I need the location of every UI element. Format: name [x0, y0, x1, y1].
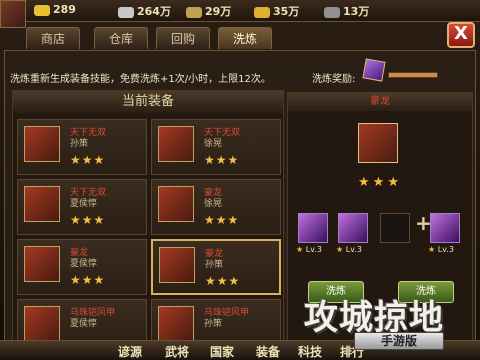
star-rating: ★★★: [70, 273, 106, 287]
gem-level-text: Lv.3: [305, 245, 322, 254]
equipment-owner: 徐晃: [204, 199, 223, 209]
equipment-owner: 徐晃: [204, 139, 223, 149]
skill-gem-icon[interactable]: [338, 213, 368, 243]
wood-icon: [254, 6, 270, 18]
tab-warehouse[interactable]: 仓库: [94, 27, 148, 49]
tab-refine[interactable]: 洗炼: [218, 27, 272, 49]
tab-shop[interactable]: 商店: [26, 27, 80, 49]
nav-nation[interactable]: 国家: [210, 343, 234, 360]
equipment-owner: 夏侯惇: [70, 319, 98, 329]
star-rating: ★★★: [205, 274, 241, 288]
equipment-owner: 夏侯惇: [70, 199, 98, 209]
stone-icon: [324, 6, 340, 18]
armor-icon: [24, 306, 60, 342]
star-rating: ★★★: [70, 153, 106, 167]
star-rating: ★★★: [70, 213, 106, 227]
equipment-owner: 孙策: [70, 139, 89, 149]
equipment-owner: 夏侯惇: [70, 259, 98, 269]
mount-icon: [159, 247, 195, 283]
star-icon: ★: [296, 245, 304, 254]
silver-resource: 264万: [118, 3, 171, 19]
equipment-slot[interactable]: 豪龙 夏侯惇 ★★★: [17, 239, 147, 295]
equipment-owner: 孙策: [205, 260, 224, 270]
gem-level-text: Lv.3: [437, 245, 454, 254]
selected-star-rating: ★★★: [358, 175, 402, 190]
equipment-slot[interactable]: 天下无双 夏侯惇 ★★★: [17, 179, 147, 235]
wood-value: 35万: [273, 5, 300, 18]
mobile-edition-badge: 手游版: [354, 332, 444, 350]
equipment-slot-selected[interactable]: 豪龙 孙策 ★★★: [151, 239, 281, 295]
equipment-list-panel: 当前装备 天下无双 孙策 ★★★ 天下无双 徐晃 ★★★ 天下无双 夏侯惇 ★★…: [12, 90, 284, 360]
grain-resource: 29万: [186, 3, 231, 19]
equipment-slot[interactable]: 天下无双 徐晃 ★★★: [151, 119, 281, 175]
armor-icon: [158, 306, 194, 342]
wood-resource: 35万: [254, 3, 299, 19]
tab-bar: 商店 仓库 回购 洗炼: [22, 27, 442, 49]
silver-ingot-icon: [118, 6, 134, 18]
gold-resource: 289: [34, 3, 76, 19]
refine-info-text: 洗炼重新生成装备技能，免费洗炼+1次/小时，上限12次。: [10, 74, 271, 85]
purple-gem-icon[interactable]: [362, 58, 386, 82]
star-icon: ★: [428, 245, 436, 254]
resource-bar: 289 264万 29万 35万 13万: [0, 0, 480, 28]
avatar[interactable]: [0, 0, 26, 28]
mount-icon: [24, 246, 60, 282]
equipment-list-header: 当前装备: [13, 91, 283, 113]
gem-level: ★ Lv.3: [336, 245, 362, 254]
empty-gem-slot[interactable]: [380, 213, 410, 243]
reward-progress-bar: [388, 72, 438, 78]
gem-level-text: Lv.3: [345, 245, 362, 254]
weapon-icon: [158, 126, 194, 162]
weapon-icon: [24, 186, 60, 222]
grain-value: 29万: [205, 5, 232, 18]
nav-resources[interactable]: 谚源: [118, 343, 142, 360]
tab-buyback[interactable]: 回购: [156, 27, 210, 49]
selected-equipment-name: 豪龙: [288, 93, 472, 111]
nav-tech[interactable]: 科技: [298, 343, 322, 360]
mount-icon: [358, 123, 398, 163]
stone-resource: 13万: [324, 3, 369, 19]
gem-level: ★ Lv.3: [296, 245, 322, 254]
gold-value: 289: [53, 3, 76, 16]
equipment-slot[interactable]: 天下无双 孙策 ★★★: [17, 119, 147, 175]
nav-equipment[interactable]: 装备: [256, 343, 280, 360]
equipment-slot[interactable]: 豪龙 徐晃 ★★★: [151, 179, 281, 235]
skill-gem-icon[interactable]: [298, 213, 328, 243]
star-rating: ★★★: [204, 153, 240, 167]
silver-value: 264万: [137, 5, 171, 18]
gold-ingot-icon: [34, 4, 50, 16]
star-rating: ★★★: [204, 213, 240, 227]
weapon-icon: [24, 126, 60, 162]
stone-value: 13万: [343, 5, 370, 18]
nav-generals[interactable]: 武将: [165, 343, 189, 360]
gem-level: ★ Lv.3: [428, 245, 454, 254]
mount-icon: [158, 186, 194, 222]
close-button[interactable]: X: [447, 22, 475, 48]
refine-reward-label: 洗炼奖励:: [312, 74, 356, 85]
game-screen: 289 264万 29万 35万 13万 商店 仓库 回购 洗炼 X 洗炼重新生…: [0, 0, 480, 360]
equipment-owner: 孙策: [204, 319, 223, 329]
star-icon: ★: [336, 245, 344, 254]
skill-gem-icon[interactable]: [430, 213, 460, 243]
grain-icon: [186, 6, 202, 18]
